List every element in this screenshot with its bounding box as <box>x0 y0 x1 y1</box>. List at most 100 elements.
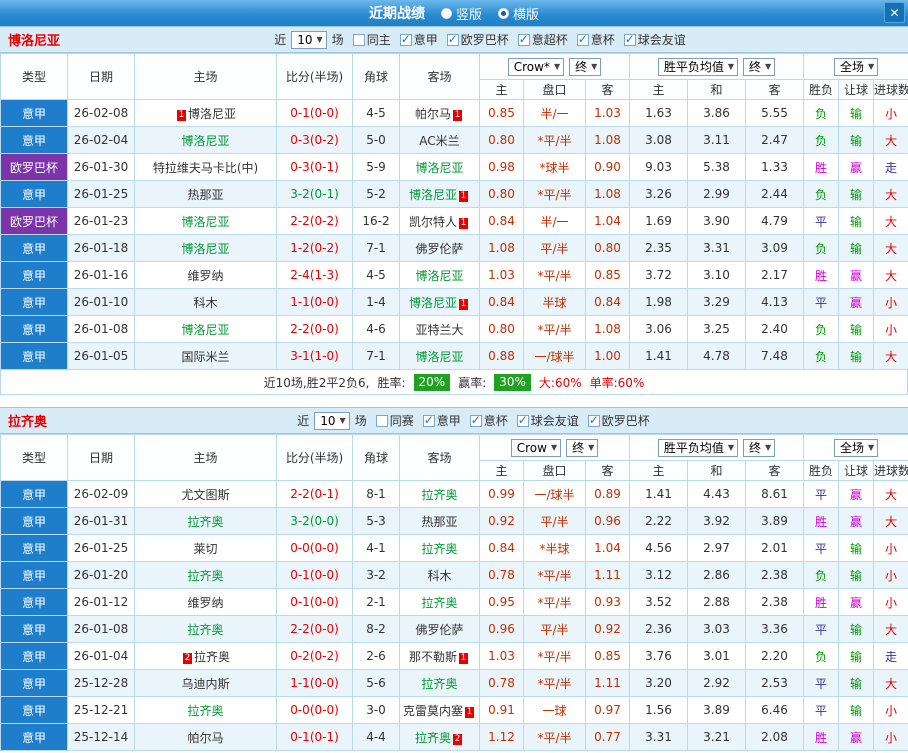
checkbox-icon <box>399 32 412 46</box>
crown-handicap: *平/半 <box>523 669 586 697</box>
league-cell: 意甲 <box>0 696 68 724</box>
away-team-cell: 博洛尼亚 1 <box>399 180 480 208</box>
filter-checkbox-球会友谊[interactable]: 球会友谊 <box>623 31 686 48</box>
team-label: 维罗纳 <box>187 595 224 610</box>
bookmaker-select[interactable]: Crow* <box>507 57 565 76</box>
odds-stage-select[interactable]: 终 <box>566 438 599 457</box>
filter-checkbox-意杯[interactable]: 意杯 <box>576 31 615 48</box>
team-label: 拉齐奥 <box>187 703 224 718</box>
corners-cell: 4-5 <box>352 99 400 127</box>
filter-checkbox-意甲[interactable]: 意甲 <box>399 31 438 48</box>
team-label: 尤文图斯 <box>181 487 230 502</box>
avg-odds-select[interactable]: 胜平负均值 <box>657 438 739 457</box>
team-label: 热那亚 <box>421 514 458 529</box>
team-label: 拉齐奥 <box>187 622 224 637</box>
avg-stage-value: 终 <box>749 441 762 455</box>
fulltime-select[interactable]: 全场 <box>833 57 879 76</box>
crown-handicap: 平/半 <box>523 507 586 535</box>
team-label: 帕尔马 <box>187 730 224 745</box>
result-handicap: 输 <box>838 642 875 670</box>
avg-away-odds: 4.79 <box>744 207 805 235</box>
avg-draw-odds: 3.89 <box>687 696 746 724</box>
crown-away-odds: 0.89 <box>585 480 630 508</box>
crown-home-odds: 0.96 <box>479 615 524 643</box>
layout-radio-vertical[interactable]: 竖版 <box>440 4 482 23</box>
score-cell: 2-4(1-3) <box>276 261 353 289</box>
result-outcome: 平 <box>803 480 840 508</box>
corners-cell: 7-1 <box>352 342 400 370</box>
section-header: 拉齐奥 近 10 场 同赛 意甲 意杯 球会友谊 欧罗巴杯 <box>0 407 908 434</box>
avg-draw-odds: 3.90 <box>687 207 746 235</box>
crown-away-odds: 0.90 <box>585 153 630 181</box>
league-cell: 意甲 <box>0 99 68 127</box>
away-team-cell: 热那亚 <box>399 507 480 535</box>
red-card-badge: 1 <box>459 217 468 229</box>
result-handicap: 输 <box>838 234 875 262</box>
league-cell: 意甲 <box>0 561 68 589</box>
checkbox-label: 意杯 <box>590 33 615 47</box>
avg-home-odds: 2.22 <box>629 507 688 535</box>
match-count-value: 10 <box>320 413 336 428</box>
subcol-handicap: 盘口 <box>523 460 586 481</box>
crown-home-odds: 0.95 <box>479 588 524 616</box>
avg-stage-select[interactable]: 终 <box>743 438 776 457</box>
match-row: 意甲 26-01-25 莱切 0-0(0-0) 4-1 拉齐奥 0.84 *半球… <box>0 534 908 562</box>
team-label: 拉齐奥 <box>421 676 458 691</box>
filter-checkbox-意杯[interactable]: 意杯 <box>469 412 508 429</box>
filter-checkbox-意甲[interactable]: 意甲 <box>422 412 461 429</box>
team-label: 拉齐奥 <box>187 568 224 583</box>
avg-home-odds: 1.98 <box>629 288 688 316</box>
league-cell: 意甲 <box>0 126 68 154</box>
crown-away-odds: 0.97 <box>585 696 630 724</box>
layout-radio-horizontal[interactable]: 横版 <box>498 4 539 23</box>
filter-checkbox-同赛[interactable]: 同赛 <box>375 412 414 429</box>
away-team-cell: AC米兰 <box>399 126 480 154</box>
corners-cell: 2-6 <box>352 642 400 670</box>
filter-checkbox-同主[interactable]: 同主 <box>352 31 391 48</box>
filter-checkbox-欧罗巴杯[interactable]: 欧罗巴杯 <box>446 31 509 48</box>
odds-stage-select[interactable]: 终 <box>569 57 602 76</box>
match-count-select[interactable]: 10 <box>314 411 350 430</box>
date-cell: 26-01-20 <box>67 561 135 589</box>
result-goals: 大 <box>873 207 908 235</box>
fulltime-select[interactable]: 全场 <box>833 438 879 457</box>
result-handicap: 赢 <box>838 261 875 289</box>
match-count-select[interactable]: 10 <box>291 30 327 49</box>
date-cell: 26-02-08 <box>67 99 135 127</box>
avg-home-odds: 9.03 <box>629 153 688 181</box>
corners-cell: 3-2 <box>352 561 400 589</box>
score-cell: 0-0(0-0) <box>276 696 353 724</box>
team-label: 帕尔马 <box>414 106 451 121</box>
crown-away-odds: 0.85 <box>585 261 630 289</box>
checkbox-icon <box>375 414 388 427</box>
filter-checkbox-球会友谊[interactable]: 球会友谊 <box>516 412 579 429</box>
avg-draw-odds: 3.11 <box>687 126 746 154</box>
avg-stage-value: 终 <box>749 60 762 74</box>
filter-checkbox-欧罗巴杯[interactable]: 欧罗巴杯 <box>587 412 650 429</box>
crown-home-odds: 0.80 <box>479 315 524 343</box>
score-cell: 3-1(1-0) <box>276 342 353 370</box>
crown-home-odds: 0.88 <box>479 342 524 370</box>
filter-checkbox-意超杯[interactable]: 意超杯 <box>517 31 568 48</box>
col-header-corners: 角球 <box>352 53 400 100</box>
crown-home-odds: 0.92 <box>479 507 524 535</box>
away-team-cell: 博洛尼亚 <box>399 153 480 181</box>
close-button[interactable]: ✕ <box>884 2 905 23</box>
cover-rate-label: 赢率: <box>458 375 487 390</box>
avg-odds-select[interactable]: 胜平负均值 <box>657 57 739 76</box>
col-header-away: 客场 <box>399 434 480 481</box>
cover-rate-badge: 30% <box>494 373 531 391</box>
avg-away-odds: 3.09 <box>744 234 805 262</box>
avg-home-odds: 2.36 <box>629 615 688 643</box>
team-label: 拉齐奥 <box>193 649 230 664</box>
crown-handicap: 一球 <box>523 696 586 724</box>
avg-away-odds: 2.44 <box>744 180 805 208</box>
match-row: 意甲 26-01-16 维罗纳 2-4(1-3) 4-5 博洛尼亚 1.03 *… <box>0 261 908 289</box>
date-cell: 26-01-25 <box>67 534 135 562</box>
league-cell: 欧罗巴杯 <box>0 207 68 235</box>
avg-stage-select[interactable]: 终 <box>743 57 776 76</box>
avg-draw-odds: 3.86 <box>687 99 746 127</box>
fulltime-select-value: 全场 <box>839 441 864 455</box>
bookmaker-select[interactable]: Crow <box>510 438 562 457</box>
corners-cell: 1-4 <box>352 288 400 316</box>
